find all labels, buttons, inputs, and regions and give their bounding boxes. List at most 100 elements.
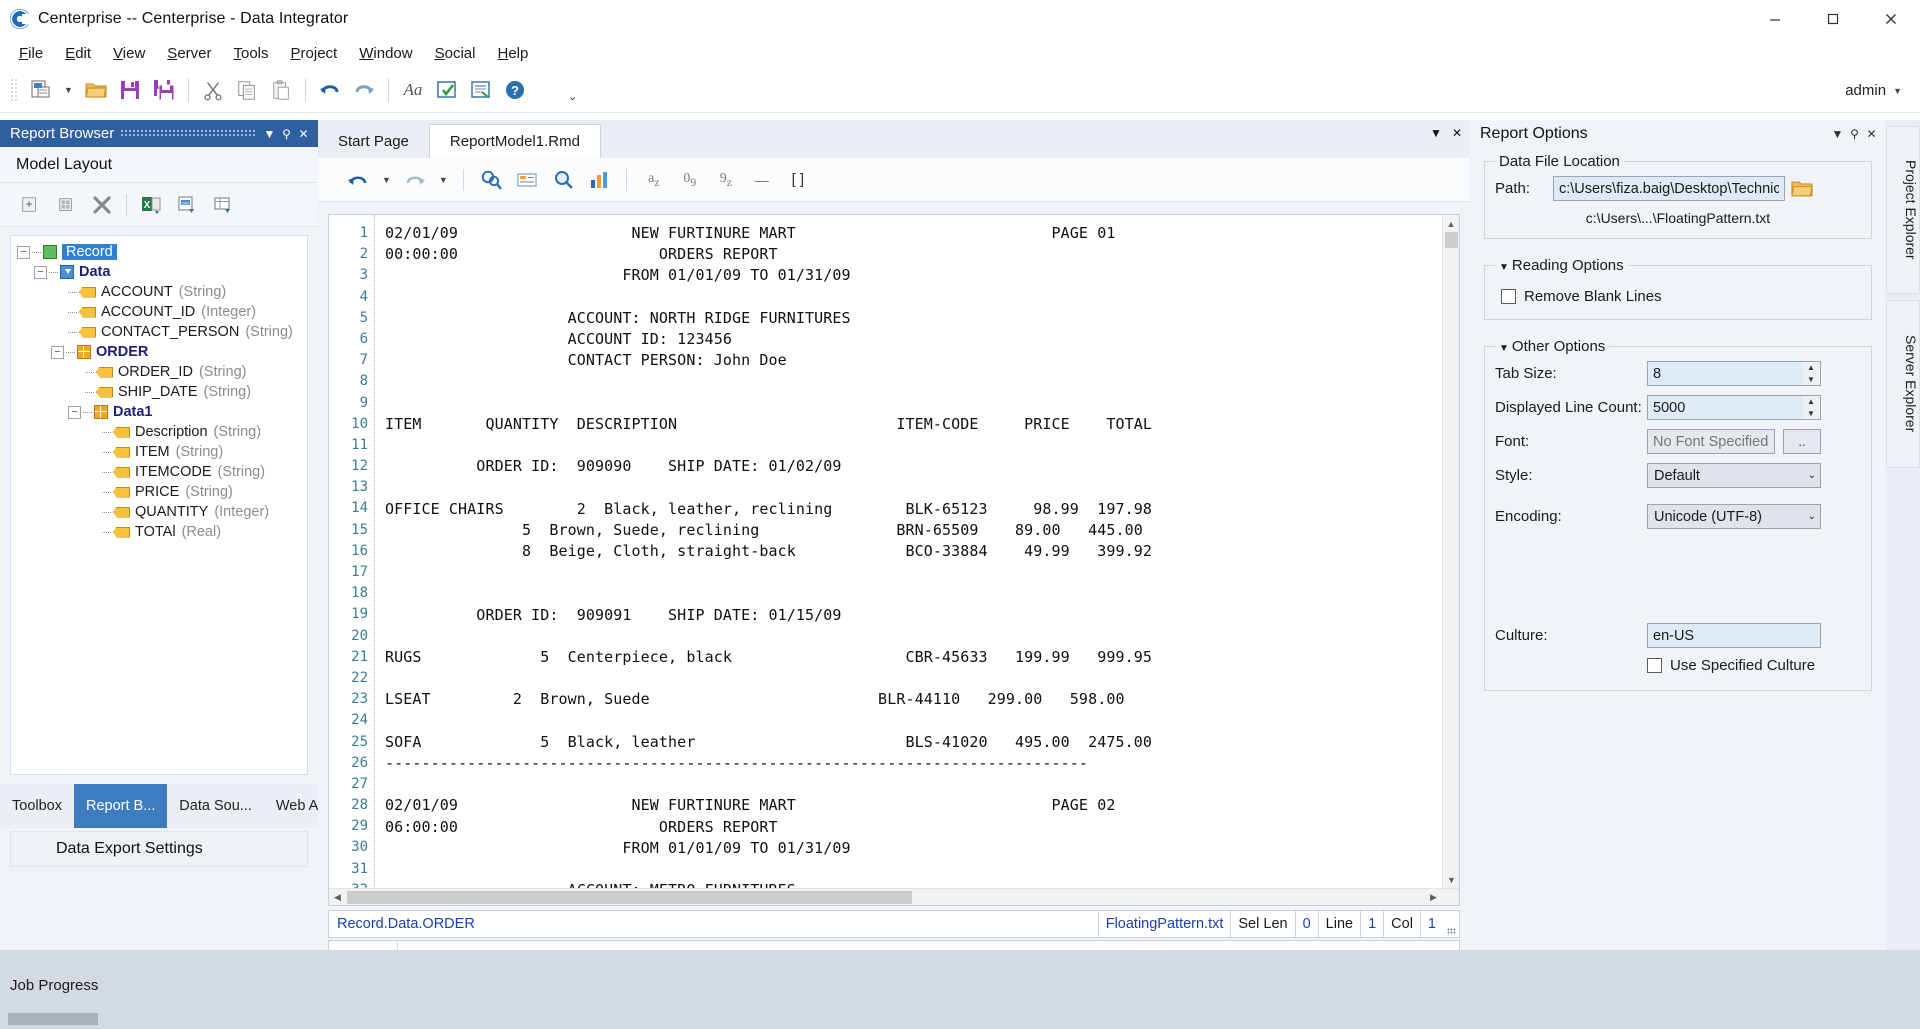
stepper-buttons[interactable]: ▲ ▼ [1802, 361, 1821, 386]
sort-09-icon[interactable]: 09 [672, 163, 708, 197]
export-excel-icon[interactable]: X [133, 189, 169, 221]
user-menu[interactable]: admin ▼ [1845, 68, 1902, 113]
remove-blank-lines-row[interactable]: Remove Blank Lines [1501, 288, 1861, 305]
other-options-legend[interactable]: ▼ Other Options [1495, 338, 1609, 355]
help-icon[interactable]: ? [498, 73, 532, 107]
scroll-down-arrow-icon[interactable]: ▼ [1443, 871, 1459, 888]
culture-input[interactable] [1647, 623, 1821, 648]
report-text-editor[interactable]: 1 2 3 4 5 6 7 8 9 10 11 12 13 14 15 16 17 18 19 20 21 22 23 24 2… [328, 214, 1460, 906]
horizontal-scroll-thumb[interactable] [347, 891, 912, 904]
pin-icon[interactable]: ⚲ [278, 127, 295, 141]
undo-dropdown-caret-icon[interactable]: ▼ [376, 175, 397, 185]
scroll-right-arrow-icon[interactable]: ▶ [1425, 889, 1442, 905]
expander-minus-icon[interactable]: − [34, 265, 47, 279]
export-csv-icon[interactable]: csv [169, 189, 205, 221]
job-progress-scroll-thumb[interactable] [8, 1013, 98, 1025]
panel-drag-handle[interactable] [120, 129, 255, 138]
path-input[interactable] [1553, 176, 1785, 201]
style-select[interactable]: Default ⌄ [1647, 463, 1821, 488]
tree-node-description[interactable]: Description (String) [17, 422, 307, 442]
cut-icon[interactable] [196, 73, 230, 107]
line-count-input[interactable] [1647, 395, 1802, 420]
side-tab-project-explorer[interactable]: Project Explorer [1886, 126, 1920, 294]
sort-az-icon[interactable]: az [636, 163, 672, 197]
tree-node-record[interactable]: − Record [17, 242, 307, 262]
save-all-icon[interactable] [147, 73, 181, 107]
menu-help[interactable]: Help [486, 42, 539, 65]
tab-toolbox[interactable]: Toolbox [0, 784, 74, 828]
pin-icon[interactable]: ⚲ [1846, 127, 1863, 141]
menu-project[interactable]: Project [280, 42, 349, 65]
tree-node-price[interactable]: PRICE (String) [17, 482, 307, 502]
add-field-icon[interactable] [12, 189, 48, 221]
menu-server[interactable]: Server [156, 42, 222, 65]
redo-icon[interactable] [397, 163, 433, 197]
tree-node-item[interactable]: ITEM (String) [17, 442, 307, 462]
collapse-icon[interactable]: — [744, 163, 780, 197]
menu-file[interactable]: File [8, 42, 54, 65]
expander-minus-icon[interactable]: − [17, 245, 30, 259]
menu-tools[interactable]: Tools [223, 42, 280, 65]
side-tab-server-explorer[interactable]: Server Explorer [1886, 300, 1920, 468]
close-icon[interactable] [1862, 0, 1920, 38]
stepper-buttons[interactable]: ▲ ▼ [1802, 395, 1821, 420]
stepper-up-icon[interactable]: ▲ [1802, 362, 1820, 374]
menu-window[interactable]: Window [348, 42, 423, 65]
tab-report-model[interactable]: ReportModel1.Rmd [428, 124, 601, 158]
toolbar-grip[interactable] [10, 78, 18, 102]
chevron-down-icon[interactable]: ▼ [1430, 126, 1442, 140]
zoom-icon[interactable] [545, 163, 581, 197]
sort-mixed-icon[interactable]: 9z [708, 163, 744, 197]
editor-content[interactable]: 02/01/09 NEW FURTINURE MART PAGE 01 00:0… [375, 215, 1459, 905]
undo-icon[interactable] [340, 163, 376, 197]
scroll-up-arrow-icon[interactable]: ▲ [1443, 215, 1459, 232]
menu-view[interactable]: View [102, 42, 156, 65]
menu-social[interactable]: Social [424, 42, 487, 65]
tree-node-total[interactable]: TOTAl (Real) [17, 522, 307, 542]
tree-node-order-id[interactable]: ORDER_ID (String) [17, 362, 307, 382]
stepper-up-icon[interactable]: ▲ [1802, 396, 1820, 408]
open-folder-icon[interactable] [1791, 179, 1813, 199]
expander-minus-icon[interactable]: − [68, 405, 81, 419]
tree-node-quantity[interactable]: QUANTITY (Integer) [17, 502, 307, 522]
open-folder-icon[interactable] [79, 73, 113, 107]
toolbar-overflow-button[interactable]: ⌄ [568, 90, 577, 103]
brackets-icon[interactable]: [ ] [780, 163, 816, 197]
tab-size-input[interactable] [1647, 361, 1802, 386]
tab-start-page[interactable]: Start Page [318, 124, 429, 158]
new-document-icon[interactable] [24, 73, 58, 107]
add-group-icon[interactable] [48, 189, 84, 221]
resize-grip-icon[interactable] [1443, 911, 1459, 937]
tree-node-account-id[interactable]: ACCOUNT_ID (Integer) [17, 302, 307, 322]
editor-horizontal-scrollbar[interactable]: ◀ ▶ [329, 888, 1459, 905]
use-culture-row[interactable]: Use Specified Culture [1647, 657, 1861, 674]
chart-icon[interactable] [581, 163, 617, 197]
tree-node-itemcode[interactable]: ITEMCODE (String) [17, 462, 307, 482]
maximize-icon[interactable] [1804, 0, 1862, 38]
close-icon[interactable]: ✕ [1863, 127, 1880, 141]
font-icon[interactable]: Aa [396, 73, 430, 107]
undo-icon[interactable] [313, 73, 347, 107]
copy-icon[interactable] [230, 73, 264, 107]
export-table-icon[interactable] [205, 189, 241, 221]
find-icon[interactable] [473, 163, 509, 197]
redo-icon[interactable] [347, 73, 381, 107]
tree-node-data[interactable]: − Data [17, 262, 307, 282]
font-input[interactable] [1647, 429, 1775, 454]
use-specified-culture-checkbox[interactable] [1647, 658, 1662, 673]
new-document-dropdown-caret-icon[interactable]: ▼ [58, 85, 79, 95]
tab-data-sources[interactable]: Data Sou... [167, 784, 264, 828]
stepper-down-icon[interactable]: ▼ [1802, 408, 1820, 420]
paste-icon[interactable] [264, 73, 298, 107]
encoding-select[interactable]: Unicode (UTF-8) ⌄ [1647, 504, 1821, 529]
vertical-scroll-thumb[interactable] [1445, 232, 1458, 248]
reading-options-legend[interactable]: ▼ Reading Options [1495, 257, 1628, 274]
delete-icon[interactable] [84, 189, 120, 221]
verify-icon[interactable] [430, 73, 464, 107]
tree-node-data1[interactable]: − Data1 [17, 402, 307, 422]
redo-dropdown-caret-icon[interactable]: ▼ [433, 175, 454, 185]
expander-minus-icon[interactable]: − [51, 345, 64, 359]
chevron-down-icon[interactable]: ▼ [1829, 127, 1846, 141]
menu-edit[interactable]: Edit [54, 42, 102, 65]
tree-node-ship-date[interactable]: SHIP_DATE (String) [17, 382, 307, 402]
